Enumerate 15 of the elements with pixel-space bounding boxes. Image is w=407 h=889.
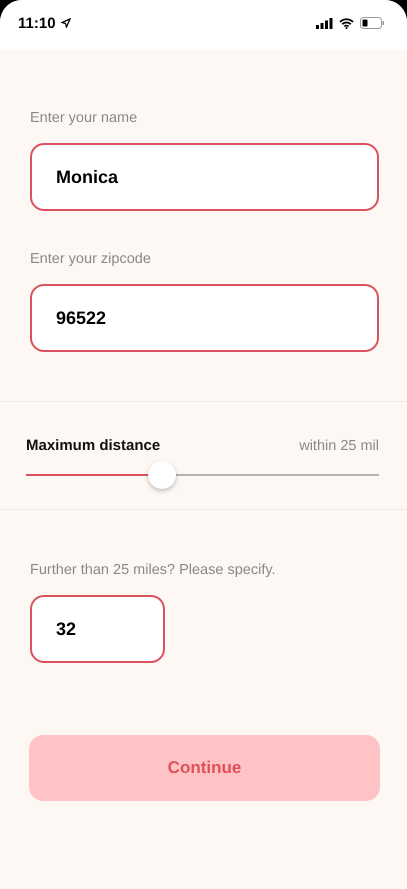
distance-reading: within 25 mil [299,438,379,454]
location-arrow-icon [60,18,71,28]
field-label: Enter your name [30,110,138,126]
slider-label: Maximum distance [26,437,160,454]
distance-slider[interactable] [26,461,379,489]
wifi-icon [339,18,354,28]
input-field[interactable]: 32 [30,595,165,663]
status-time: 11:10 [18,14,56,32]
field-label: Further than 25 miles? Please specify. [30,562,277,578]
battery-icon [360,17,385,29]
field-label: Enter your zipcode [30,251,152,267]
input-field[interactable]: 96522 [30,284,379,352]
input-field[interactable]: Monica [30,143,379,211]
slider-thumb[interactable] [148,461,176,489]
signal-icon [316,18,333,28]
